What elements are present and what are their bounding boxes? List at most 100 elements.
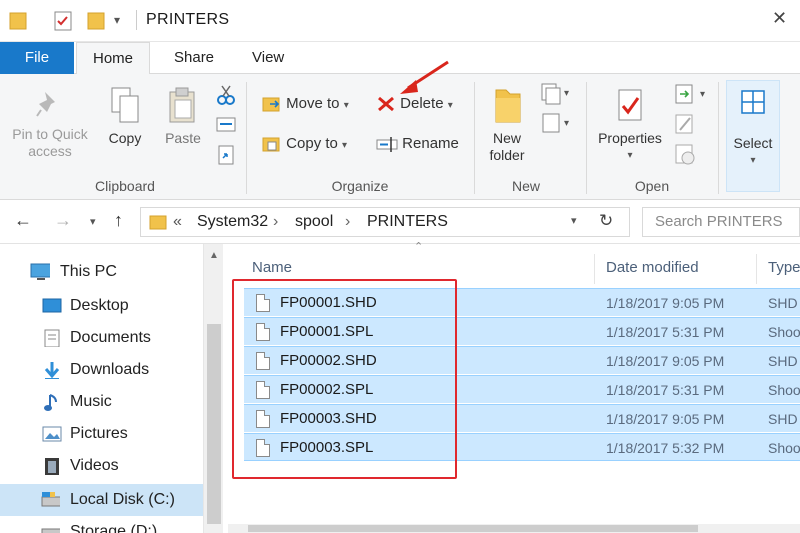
address-dropdown-icon[interactable]: ▾ (571, 214, 577, 227)
new-folder-quick-icon[interactable] (86, 9, 106, 33)
nav-item-videos[interactable]: Videos (0, 450, 203, 482)
new-folder-button[interactable]: New folder (482, 86, 532, 164)
file-type: Shoo (768, 324, 800, 340)
nav-item-local-disk-c[interactable]: Local Disk (C:) (0, 484, 203, 516)
downloads-icon (44, 362, 60, 379)
new-folder-label-line1: New (492, 130, 521, 146)
folder-icon (149, 215, 167, 230)
history-icon[interactable] (674, 142, 698, 166)
chevron-down-icon: ▾ (627, 150, 633, 161)
move-to-label: Move to (286, 95, 340, 112)
new-item-icon[interactable]: ▾ (540, 82, 574, 106)
column-header-date-modified[interactable]: Date modified (606, 252, 699, 284)
tab-file[interactable]: File (0, 42, 74, 74)
scroll-up-icon[interactable]: ▲ (209, 250, 219, 261)
folder-icon (9, 12, 27, 30)
breadcrumb-separator: › (273, 213, 279, 230)
ribbon: Pin to Quick access Copy Paste Clipboard (0, 60, 800, 200)
close-icon[interactable]: ✕ (772, 8, 787, 29)
copy-path-icon[interactable] (216, 116, 236, 134)
paste-shortcut-icon[interactable] (216, 144, 236, 166)
move-to-button[interactable]: Move to ▾ (262, 92, 349, 116)
pin-label-line1: Pin to Quick (12, 126, 88, 142)
breadcrumb-overflow[interactable]: « (173, 213, 182, 231)
nav-item-downloads[interactable]: Downloads (0, 354, 203, 386)
column-header-type[interactable]: Type (768, 252, 800, 284)
copy-to-button[interactable]: Copy to ▾ (262, 132, 347, 156)
search-input[interactable]: Search PRINTERS (642, 207, 800, 237)
drive-icon (41, 528, 60, 533)
nav-item-storage-d[interactable]: Storage (D:) (0, 516, 203, 533)
properties-icon (618, 89, 642, 121)
rename-button[interactable]: Rename (376, 132, 459, 156)
new-folder-label-line2: folder (489, 147, 525, 163)
file-date: 1/18/2017 5:31 PM (606, 324, 725, 340)
file-date: 1/18/2017 5:32 PM (606, 440, 725, 456)
breadcrumb-spool[interactable]: spool (295, 213, 333, 231)
music-icon (44, 394, 57, 411)
file-type: Shoo (768, 440, 800, 456)
tab-view[interactable]: View (236, 42, 300, 74)
paste-button[interactable]: Paste (158, 86, 208, 147)
pictures-icon (42, 426, 62, 442)
highlight-box (232, 279, 457, 479)
open-icon[interactable]: ▾ (674, 82, 714, 106)
chevron-down-icon: ▾ (750, 155, 756, 166)
ribbon-separator (586, 82, 587, 194)
nav-label: Downloads (70, 361, 150, 378)
clipboard-group-label: Clipboard (95, 178, 155, 194)
nav-label: Music (70, 393, 112, 410)
cut-icon[interactable] (216, 84, 236, 106)
nav-item-pictures[interactable]: Pictures (0, 418, 203, 450)
column-divider[interactable] (756, 254, 757, 284)
documents-icon (44, 329, 60, 347)
address-bar-row: ← → ▾ ↑ « System32 › spool › PRINTERS ▾ … (0, 200, 800, 244)
file-type: SHD (768, 411, 798, 427)
breadcrumb-printers[interactable]: PRINTERS (367, 213, 448, 231)
tab-home[interactable]: Home (76, 42, 151, 75)
breadcrumb-separator: › (345, 213, 351, 230)
rename-icon (376, 137, 398, 153)
scrollbar-thumb[interactable] (248, 525, 698, 532)
rename-label: Rename (402, 135, 459, 152)
nav-scrollbar[interactable]: ▲ (203, 244, 223, 533)
scrollbar-thumb[interactable] (207, 324, 221, 524)
tab-share[interactable]: Share (158, 42, 230, 74)
copy-button[interactable]: Copy (100, 86, 150, 147)
pin-label-line2: access (28, 143, 72, 159)
recent-locations-chevron-icon[interactable]: ▾ (90, 215, 96, 228)
address-field[interactable]: « System32 › spool › PRINTERS ▾ ↻ (140, 207, 630, 237)
properties-button[interactable]: Properties ▾ (592, 86, 668, 164)
select-label: Select (733, 135, 773, 151)
customize-toolbar-icon[interactable]: ▾ (114, 13, 120, 37)
horizontal-scrollbar[interactable] (228, 524, 800, 533)
select-button[interactable]: Select ▾ (726, 80, 780, 192)
annotation-arrow-icon (400, 60, 449, 94)
nav-item-this-pc[interactable]: This PC (0, 256, 203, 288)
pin-to-quick-access-button[interactable]: Pin to Quick access (4, 88, 96, 160)
edit-icon[interactable] (674, 112, 698, 136)
copy-label: Copy (108, 130, 142, 146)
file-type: Shoo (768, 382, 800, 398)
properties-quick-icon[interactable] (52, 9, 74, 33)
file-date: 1/18/2017 9:05 PM (606, 411, 725, 427)
forward-arrow-icon[interactable]: → (54, 210, 72, 231)
nav-item-documents[interactable]: Documents (0, 322, 203, 354)
nav-item-music[interactable]: Music (0, 386, 203, 418)
nav-label: Storage (D:) (70, 523, 158, 533)
nav-item-desktop[interactable]: Desktop (0, 290, 203, 322)
easy-access-icon[interactable]: ▾ (540, 110, 574, 136)
up-arrow-icon[interactable]: ↑ (114, 210, 123, 231)
nav-label: Desktop (70, 297, 129, 314)
copy-icon (111, 87, 139, 123)
column-divider[interactable] (594, 254, 595, 284)
back-arrow-icon[interactable]: ← (14, 210, 32, 231)
paste-label: Paste (165, 130, 201, 146)
refresh-icon[interactable]: ↻ (599, 211, 613, 231)
file-date: 1/18/2017 5:31 PM (606, 382, 725, 398)
navigation-pane: This PC Desktop Documents Downloads Musi… (0, 244, 225, 533)
breadcrumb-system32[interactable]: System32 (197, 213, 268, 231)
svg-text:▾: ▾ (564, 118, 569, 129)
nav-label: Videos (70, 457, 119, 474)
svg-text:▾: ▾ (564, 88, 569, 99)
